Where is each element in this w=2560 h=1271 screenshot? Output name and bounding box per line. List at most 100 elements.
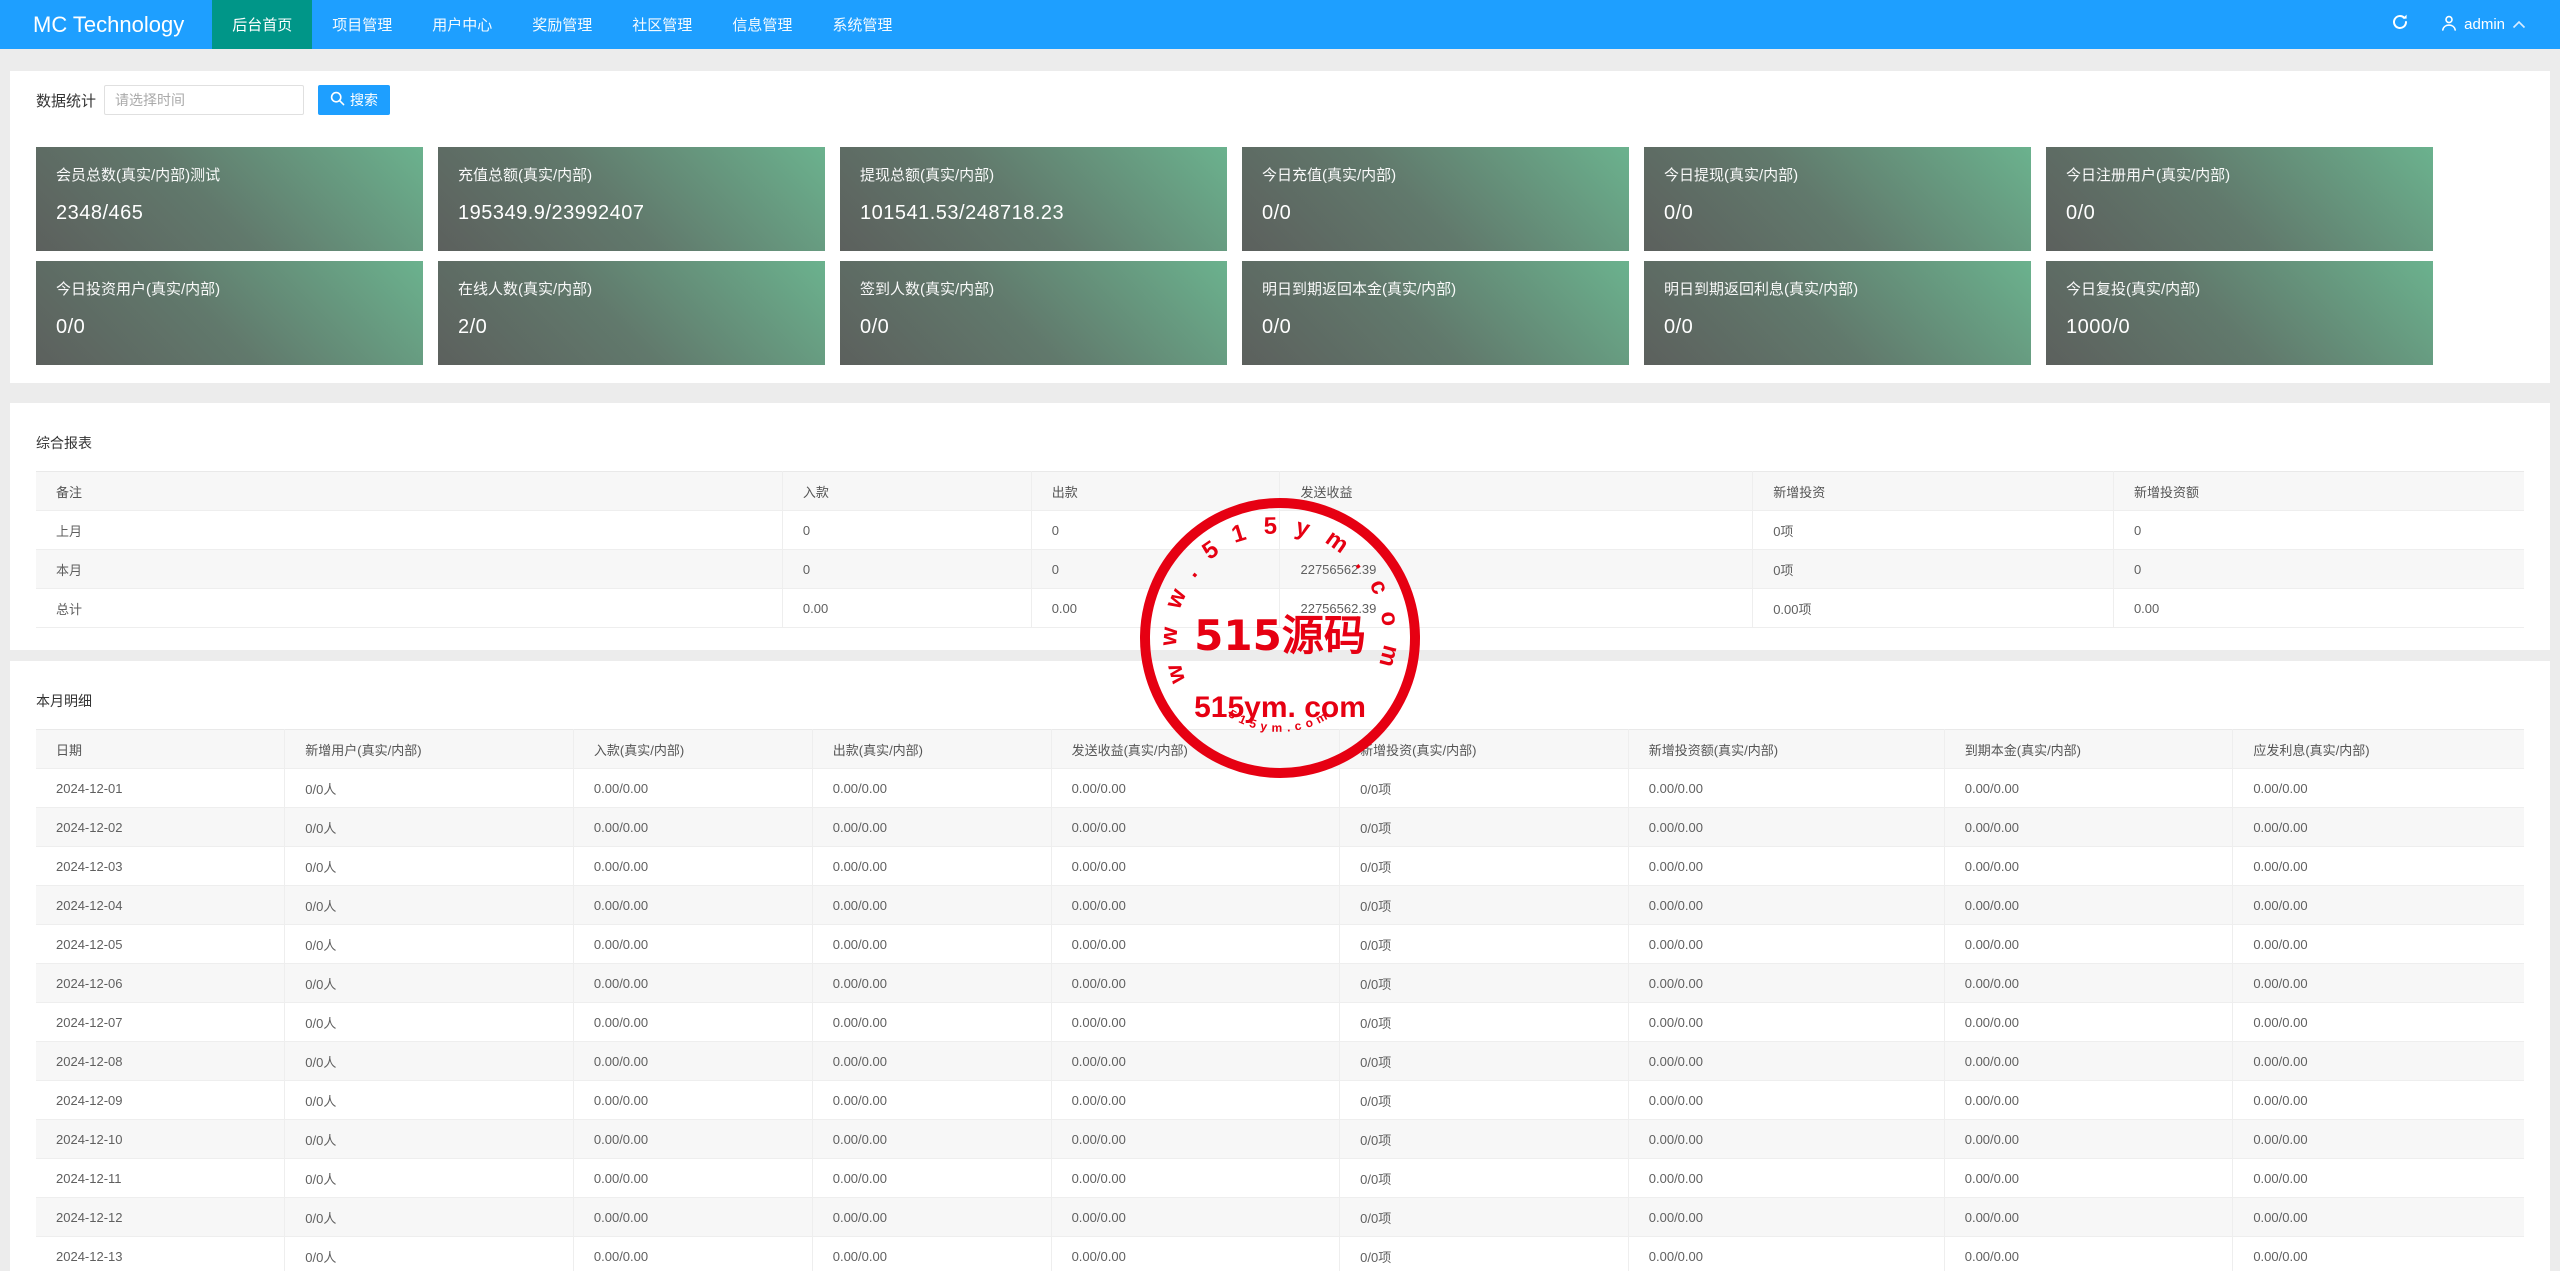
table-cell: 0/0项 (1340, 1159, 1629, 1198)
search-button[interactable]: 搜索 (318, 85, 390, 115)
column-header: 新增投资(真实/内部) (1340, 730, 1629, 769)
table-cell: 0/0项 (1340, 847, 1629, 886)
table-cell: 0.00/0.00 (1944, 1237, 2233, 1271)
column-header: 发送收益 (1280, 472, 1753, 511)
table-cell: 0/0人 (285, 1159, 574, 1198)
stat-card-title: 充值总额(真实/内部) (458, 164, 805, 185)
summary-table: 备注入款出款发送收益新增投资新增投资额 上月000项0本月0022756562.… (36, 471, 2524, 628)
table-cell: 0 (2113, 511, 2524, 550)
stat-card-value: 0/0 (1664, 202, 2011, 225)
table-cell: 上月 (36, 511, 782, 550)
table-cell: 0.00/0.00 (2233, 1042, 2524, 1081)
table-cell: 0.00/0.00 (1051, 1159, 1340, 1198)
stat-card: 充值总额(真实/内部) 195349.9/23992407 (438, 147, 825, 251)
stat-card-title: 明日到期返回本金(真实/内部) (1262, 278, 1609, 299)
table-cell: 0.00/0.00 (2233, 1081, 2524, 1120)
table-cell: 0.00/0.00 (812, 847, 1051, 886)
nav-item-system[interactable]: 系统管理 (812, 0, 912, 49)
stat-card-value: 2/0 (458, 316, 805, 339)
stat-card-title: 今日投资用户(真实/内部) (56, 278, 403, 299)
table-cell: 0.00/0.00 (812, 1198, 1051, 1237)
nav-item-user[interactable]: 用户中心 (412, 0, 512, 49)
table-cell: 0.00/0.00 (1628, 1237, 1944, 1271)
table-cell: 0.00/0.00 (573, 1120, 812, 1159)
column-header: 出款 (1031, 472, 1280, 511)
table-cell: 0.00/0.00 (812, 1042, 1051, 1081)
navbar-right: admin (2373, 0, 2560, 49)
table-cell: 2024-12-04 (36, 886, 285, 925)
table-cell: 0.00/0.00 (1944, 847, 2233, 886)
filter-row: 数据统计 搜索 (36, 85, 2524, 115)
table-cell: 0.00/0.00 (1628, 1198, 1944, 1237)
stat-card-title: 会员总数(真实/内部)测试 (56, 164, 403, 185)
column-header: 日期 (36, 730, 285, 769)
search-icon (330, 91, 345, 109)
stat-card-value: 195349.9/23992407 (458, 202, 805, 225)
table-row: 2024-12-060/0人0.00/0.000.00/0.000.00/0.0… (36, 964, 2524, 1003)
table-cell: 0.00/0.00 (2233, 1237, 2524, 1271)
table-cell: 0.00/0.00 (573, 1042, 812, 1081)
table-cell: 0/0项 (1340, 1081, 1629, 1120)
refresh-button[interactable] (2373, 0, 2427, 49)
column-header: 出款(真实/内部) (812, 730, 1051, 769)
table-row: 2024-12-090/0人0.00/0.000.00/0.000.00/0.0… (36, 1081, 2524, 1120)
table-cell: 2024-12-03 (36, 847, 285, 886)
main-menu: 后台首页项目管理用户中心奖励管理社区管理信息管理系统管理 (212, 0, 912, 49)
table-row: 2024-12-080/0人0.00/0.000.00/0.000.00/0.0… (36, 1042, 2524, 1081)
table-cell: 0.00/0.00 (1628, 964, 1944, 1003)
table-cell: 2024-12-10 (36, 1120, 285, 1159)
stat-card: 今日提现(真实/内部)0/0 (1644, 147, 2031, 251)
column-header: 入款 (782, 472, 1031, 511)
table-cell: 0/0人 (285, 769, 574, 808)
table-cell: 0.00/0.00 (1944, 886, 2233, 925)
table-cell: 0/0人 (285, 1120, 574, 1159)
stat-card-value: 0/0 (860, 316, 1207, 339)
table-cell: 0.00/0.00 (812, 964, 1051, 1003)
table-cell: 0.00/0.00 (573, 1081, 812, 1120)
nav-item-community[interactable]: 社区管理 (612, 0, 712, 49)
table-cell: 0 (1031, 511, 1280, 550)
table-cell: 0/0人 (285, 1042, 574, 1081)
table-cell: 0.00/0.00 (1944, 1159, 2233, 1198)
column-header: 到期本金(真实/内部) (1944, 730, 2233, 769)
table-cell: 0 (1031, 550, 1280, 589)
stat-card: 今日充值(真实/内部)0/0 (1242, 147, 1629, 251)
table-cell: 0.00项 (1753, 589, 2114, 628)
table-row: 本月0022756562.390项0 (36, 550, 2524, 589)
table-cell: 0.00/0.00 (573, 925, 812, 964)
table-row: 2024-12-110/0人0.00/0.000.00/0.000.00/0.0… (36, 1159, 2524, 1198)
column-header: 新增投资额 (2113, 472, 2524, 511)
nav-item-project[interactable]: 项目管理 (312, 0, 412, 49)
table-cell: 22756562.39 (1280, 550, 1753, 589)
nav-item-home[interactable]: 后台首页 (212, 0, 312, 49)
table-cell: 0/0项 (1340, 808, 1629, 847)
stat-card-title: 今日复投(真实/内部) (2066, 278, 2413, 299)
table-cell: 0.00/0.00 (1944, 964, 2233, 1003)
table-cell: 0.00/0.00 (1944, 769, 2233, 808)
table-cell: 0.00/0.00 (1051, 1081, 1340, 1120)
table-cell: 0.00/0.00 (1628, 769, 1944, 808)
stat-card: 今日投资用户(真实/内部)0/0 (36, 261, 423, 365)
table-cell: 0.00/0.00 (2233, 769, 2524, 808)
table-cell: 0/0人 (285, 1003, 574, 1042)
table-cell: 0.00/0.00 (2233, 1120, 2524, 1159)
table-row: 上月000项0 (36, 511, 2524, 550)
stat-card: 会员总数(真实/内部)测试2348/465 (36, 147, 423, 251)
table-cell: 总计 (36, 589, 782, 628)
table-row: 2024-12-030/0人0.00/0.000.00/0.000.00/0.0… (36, 847, 2524, 886)
username: admin (2464, 16, 2505, 33)
stat-card-value: 0/0 (1262, 202, 1609, 225)
table-cell: 0.00/0.00 (1628, 886, 1944, 925)
search-button-label: 搜索 (350, 90, 378, 110)
table-cell: 0/0项 (1340, 769, 1629, 808)
table-cell: 0/0人 (285, 808, 574, 847)
stats-panel: 数据统计 搜索 会员总数(真实/内部)测试2348/465充值总额(真实/内部)… (10, 71, 2550, 383)
table-row: 2024-12-070/0人0.00/0.000.00/0.000.00/0.0… (36, 1003, 2524, 1042)
stat-card: 在线人数(真实/内部)2/0 (438, 261, 825, 365)
table-cell: 2024-12-05 (36, 925, 285, 964)
user-menu[interactable]: admin (2427, 0, 2540, 49)
nav-item-reward[interactable]: 奖励管理 (512, 0, 612, 49)
user-icon (2441, 15, 2457, 35)
nav-item-info[interactable]: 信息管理 (712, 0, 812, 49)
date-range-input[interactable] (104, 85, 304, 115)
